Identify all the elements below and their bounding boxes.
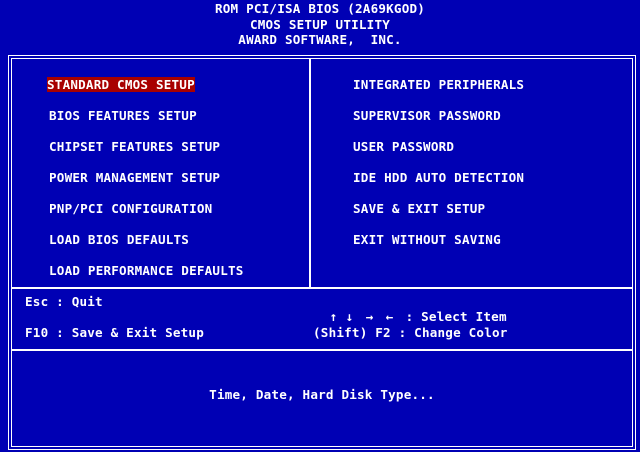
menu-item-integrated-peripherals[interactable]: INTEGRATED PERIPHERALS (353, 77, 524, 92)
menu-item-standard-cmos-setup[interactable]: STANDARD CMOS SETUP (47, 77, 195, 92)
select-item-hint: ↑ ↓ → ← : Select Item (312, 294, 507, 324)
menu-item-pnp-pci-configuration[interactable]: PNP/PCI CONFIGURATION (49, 201, 212, 216)
menu-item-load-bios-defaults[interactable]: LOAD BIOS DEFAULTS (49, 232, 189, 247)
select-item-label: : Select Item (405, 309, 507, 324)
menu-item-power-management-setup[interactable]: POWER MANAGEMENT SETUP (49, 170, 220, 185)
change-color-hint: (Shift) F2 : Change Color (313, 325, 508, 340)
item-description: Time, Date, Hard Disk Type... (209, 387, 435, 402)
vendor-title: AWARD SOFTWARE, INC. (238, 32, 402, 47)
menu-item-chipset-features-setup[interactable]: CHIPSET FEATURES SETUP (49, 139, 220, 154)
menu-item-supervisor-password[interactable]: SUPERVISOR PASSWORD (353, 108, 501, 123)
arrow-down-icon: ↓ (345, 309, 354, 324)
menu-item-exit-without-saving[interactable]: EXIT WITHOUT SAVING (353, 232, 501, 247)
status-divider (12, 349, 632, 351)
bios-title: ROM PCI/ISA BIOS (2A69KGOD) (214, 1, 426, 16)
column-divider (309, 59, 311, 287)
menu-item-load-performance-defaults[interactable]: LOAD PERFORMANCE DEFAULTS (49, 263, 244, 278)
esc-quit-hint: Esc : Quit (25, 294, 103, 309)
menu-item-save-exit-setup[interactable]: SAVE & EXIT SETUP (353, 201, 485, 216)
menu-item-ide-hdd-auto-detection[interactable]: IDE HDD AUTO DETECTION (353, 170, 524, 185)
bios-header: ROM PCI/ISA BIOS (2A69KGOD) CMOS SETUP U… (0, 1, 640, 48)
menu-item-user-password[interactable]: USER PASSWORD (353, 139, 454, 154)
menu-divider (12, 287, 632, 289)
arrow-up-icon: ↑ (329, 309, 338, 324)
arrow-right-icon: → (365, 309, 374, 324)
arrow-left-icon: ← (385, 309, 394, 324)
f10-save-exit-hint: F10 : Save & Exit Setup (25, 325, 204, 340)
utility-title: CMOS SETUP UTILITY (249, 16, 391, 32)
menu-item-bios-features-setup[interactable]: BIOS FEATURES SETUP (49, 108, 197, 123)
